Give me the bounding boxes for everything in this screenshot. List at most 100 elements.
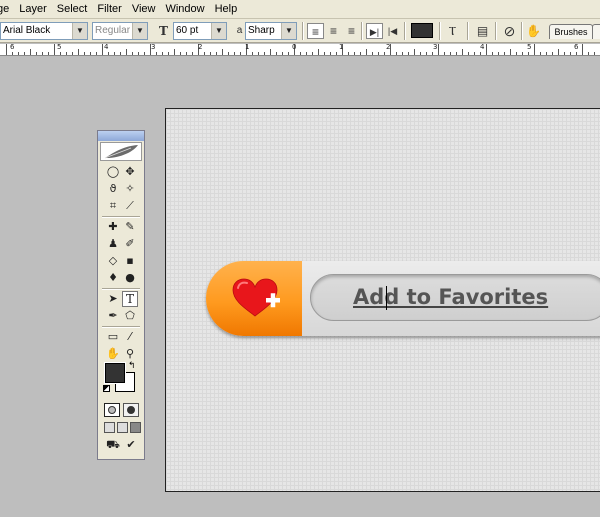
lasso-tool-icon[interactable]: ϑ: [105, 181, 121, 197]
warp-text-icon[interactable]: Ⲧ: [444, 23, 461, 39]
marquee-tool-icon[interactable]: ◯: [105, 164, 121, 180]
ruler-tick: [72, 52, 73, 55]
ruler-tick: [300, 52, 301, 55]
align-right-icon[interactable]: ≡: [343, 23, 360, 39]
ruler-tick: [378, 52, 379, 55]
ruler-tick: [534, 44, 535, 55]
options-bar: Arial Black ▼ Regular ▼ T 60 pt ▼ a Shar…: [0, 19, 600, 43]
text-color-swatch[interactable]: [411, 23, 433, 38]
ruler-tick: [456, 52, 457, 55]
ruler-tick: [324, 52, 325, 55]
standard-screen-icon[interactable]: [104, 422, 115, 433]
healing-brush-tool-icon[interactable]: ✚: [105, 219, 121, 235]
menu-window[interactable]: Window: [160, 0, 209, 19]
full-screen-menu-icon[interactable]: [117, 422, 128, 433]
ruler-tick: [306, 52, 307, 55]
menu-bar: ge Layer Select Filter View Window Help: [0, 0, 600, 19]
ruler-tick: [522, 52, 523, 55]
palette-well-tab[interactable]: [592, 24, 600, 39]
gradient-tool-icon[interactable]: ▪: [122, 253, 138, 269]
clone-stamp-tool-icon[interactable]: ♟: [105, 236, 121, 252]
toolbox-title-bar[interactable]: [98, 131, 144, 141]
font-size-icon: T: [159, 24, 168, 38]
favorites-label: Add to Favorites: [353, 285, 549, 309]
tool-presets-icon[interactable]: ✋: [525, 23, 542, 39]
feather-logo-icon[interactable]: [100, 142, 142, 161]
checkmark-icon[interactable]: ✔: [123, 437, 139, 453]
history-brush-tool-icon[interactable]: ✐: [122, 236, 138, 252]
menu-filter[interactable]: Filter: [92, 0, 126, 19]
tool-divider: [102, 288, 140, 290]
separator: [439, 22, 441, 40]
ruler-tick: [6, 44, 7, 55]
cancel-icon[interactable]: ⊘: [501, 23, 518, 39]
ruler-tick: [462, 49, 463, 55]
foreground-color-swatch[interactable]: [104, 362, 126, 384]
ruler-tick: [432, 52, 433, 55]
ruler-tick: [168, 52, 169, 55]
hand-tool-icon[interactable]: ✋: [105, 346, 121, 362]
ruler-tick: [210, 52, 211, 55]
quick-mask-mode-icon[interactable]: [123, 403, 139, 417]
default-colors-icon[interactable]: [103, 385, 110, 392]
text-direction-icon[interactable]: |◀: [384, 23, 401, 39]
ruler-label: 3: [151, 44, 156, 51]
font-size-select[interactable]: 60 pt ▼: [173, 22, 227, 40]
ruler-label: 6: [574, 44, 579, 51]
crop-tool-icon[interactable]: ⌗: [105, 198, 121, 214]
ruler-tick: [54, 44, 55, 55]
ruler-tick: [372, 52, 373, 55]
ruler-tick: [594, 52, 595, 55]
magic-wand-tool-icon[interactable]: ✧: [122, 181, 138, 197]
font-style-select[interactable]: Regular ▼: [92, 22, 148, 40]
ruler-tick: [564, 52, 565, 55]
menu-select[interactable]: Select: [52, 0, 93, 19]
ruler-label: 2: [386, 44, 391, 51]
menu-view[interactable]: View: [127, 0, 161, 19]
document-canvas[interactable]: Add to Favorites: [165, 108, 600, 492]
slice-tool-icon[interactable]: ⟋: [122, 198, 138, 214]
antialias-select[interactable]: Sharp ▼: [245, 22, 297, 40]
ruler-tick: [288, 52, 289, 55]
dodge-tool-icon[interactable]: ●: [122, 270, 138, 286]
ruler-tick: [48, 52, 49, 55]
swap-colors-icon[interactable]: ↰: [128, 361, 136, 370]
brushes-tab[interactable]: Brushes: [549, 24, 593, 39]
add-to-favorites-button[interactable]: Add to Favorites: [206, 261, 600, 336]
align-center-icon[interactable]: ≡: [325, 23, 342, 39]
path-selection-tool-icon[interactable]: ➤: [105, 291, 121, 307]
palettes-icon[interactable]: ▤: [474, 23, 491, 39]
menu-help[interactable]: Help: [210, 0, 243, 19]
ruler-tick: [486, 44, 487, 55]
menu-layer[interactable]: Layer: [14, 0, 52, 19]
text-orientation-icon[interactable]: ▶|: [366, 23, 383, 39]
notes-tool-icon[interactable]: ▭: [105, 329, 121, 345]
ruler-tick: [492, 52, 493, 55]
chevron-down-icon: ▼: [132, 23, 147, 39]
standard-mode-icon[interactable]: [104, 403, 120, 417]
eraser-tool-icon[interactable]: ◇: [105, 253, 121, 269]
antialias-value: Sharp: [248, 25, 275, 36]
ruler-tick: [108, 52, 109, 55]
jump-to-imageready-icon[interactable]: ⛟: [104, 437, 122, 453]
ruler-tick: [348, 52, 349, 55]
align-left-icon[interactable]: ≡: [307, 23, 324, 39]
menu-image[interactable]: ge: [0, 0, 14, 19]
ruler-tick: [576, 52, 577, 55]
font-family-select[interactable]: Arial Black ▼: [0, 22, 88, 40]
full-screen-icon[interactable]: [130, 422, 141, 433]
type-tool-icon[interactable]: T: [122, 291, 138, 307]
separator: [521, 22, 523, 40]
eyedropper-tool-icon[interactable]: ⁄: [122, 329, 138, 345]
ruler-tick: [78, 49, 79, 55]
ruler-tick: [504, 52, 505, 55]
ruler-tick: [114, 52, 115, 55]
ruler-tick: [120, 52, 121, 55]
shape-tool-icon[interactable]: ⬠: [122, 308, 138, 324]
separator: [361, 22, 363, 40]
brush-tool-icon[interactable]: ✎: [122, 219, 138, 235]
move-tool-icon[interactable]: ✥: [122, 164, 138, 180]
pen-tool-icon[interactable]: ✒: [105, 308, 121, 324]
blur-tool-icon[interactable]: ♦: [105, 270, 121, 286]
ruler-tick: [354, 52, 355, 55]
